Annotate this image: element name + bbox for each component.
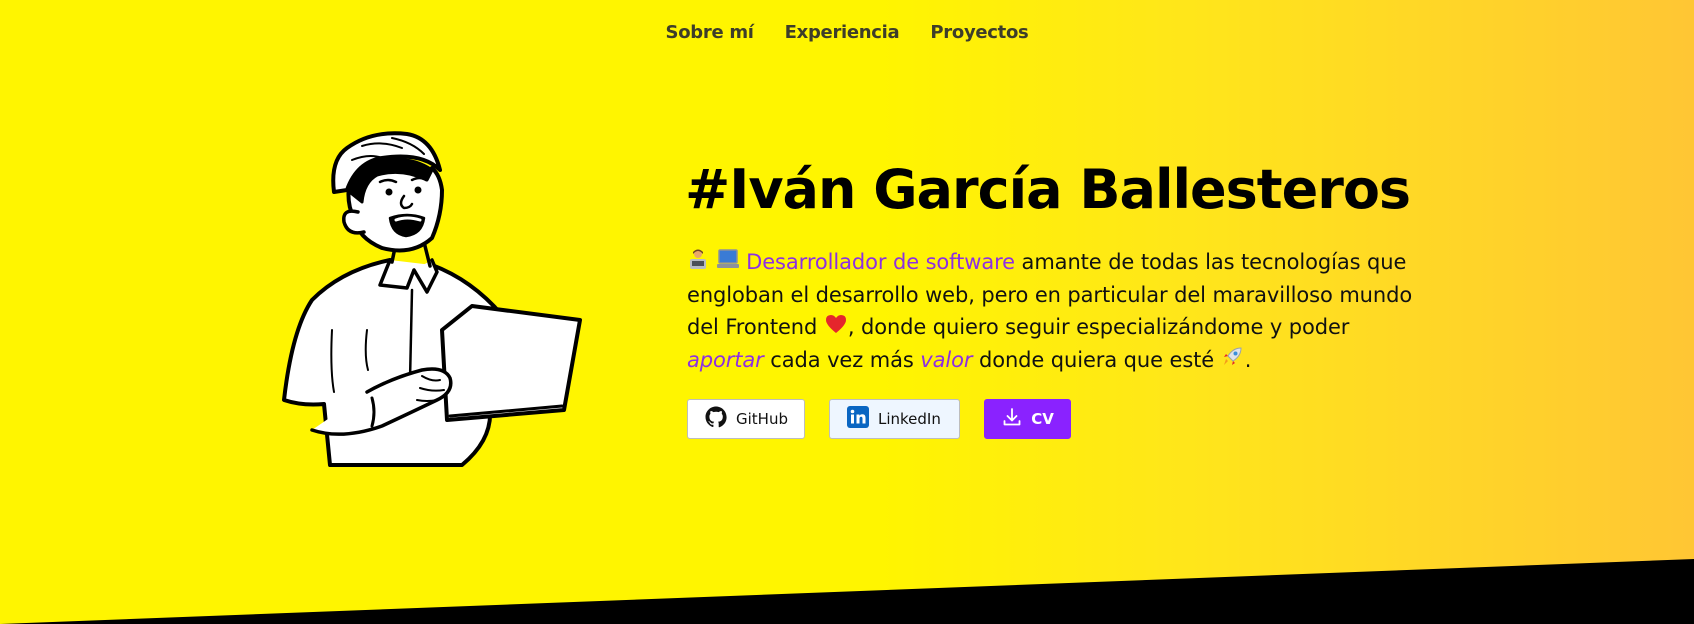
- nav-item-experiencia[interactable]: Experiencia: [785, 22, 900, 43]
- top-nav: Sobre mí Experiencia Proyectos: [0, 22, 1694, 43]
- desc-text-3: cada vez más: [763, 348, 921, 372]
- github-icon: [704, 405, 728, 433]
- github-label: GitHub: [736, 410, 788, 428]
- linkedin-icon: [846, 405, 870, 433]
- linkedin-label: LinkedIn: [878, 410, 941, 428]
- desc-text-2: , donde quiero seguir especializándome y…: [847, 315, 1350, 339]
- rocket-icon: [1221, 345, 1245, 377]
- download-icon: [1001, 406, 1023, 432]
- page-title: #Iván García Ballesteros: [685, 158, 1411, 221]
- laptop-icon: [716, 247, 740, 279]
- social-buttons: GitHub LinkedIn CV: [687, 399, 1071, 439]
- nav-item-sobre-mi[interactable]: Sobre mí: [666, 22, 754, 43]
- role-highlight: Desarrollador de software: [746, 250, 1015, 274]
- linkedin-button[interactable]: LinkedIn: [829, 399, 960, 439]
- hero-description: Desarrollador de software amante de toda…: [687, 246, 1427, 377]
- download-cv-button[interactable]: CV: [984, 399, 1071, 439]
- heart-icon: [824, 312, 848, 344]
- nav-item-proyectos[interactable]: Proyectos: [930, 22, 1028, 43]
- desc-text-end: .: [1244, 348, 1252, 372]
- bottom-divider: [0, 559, 1694, 624]
- technologist-icon: [687, 247, 709, 279]
- valor-highlight: valor: [920, 348, 973, 372]
- avatar-illustration: [282, 131, 582, 467]
- github-button[interactable]: GitHub: [687, 399, 805, 439]
- cv-label: CV: [1031, 410, 1054, 428]
- desc-text-4: donde quiera que esté: [972, 348, 1221, 372]
- aportar-highlight: aportar: [687, 348, 764, 372]
